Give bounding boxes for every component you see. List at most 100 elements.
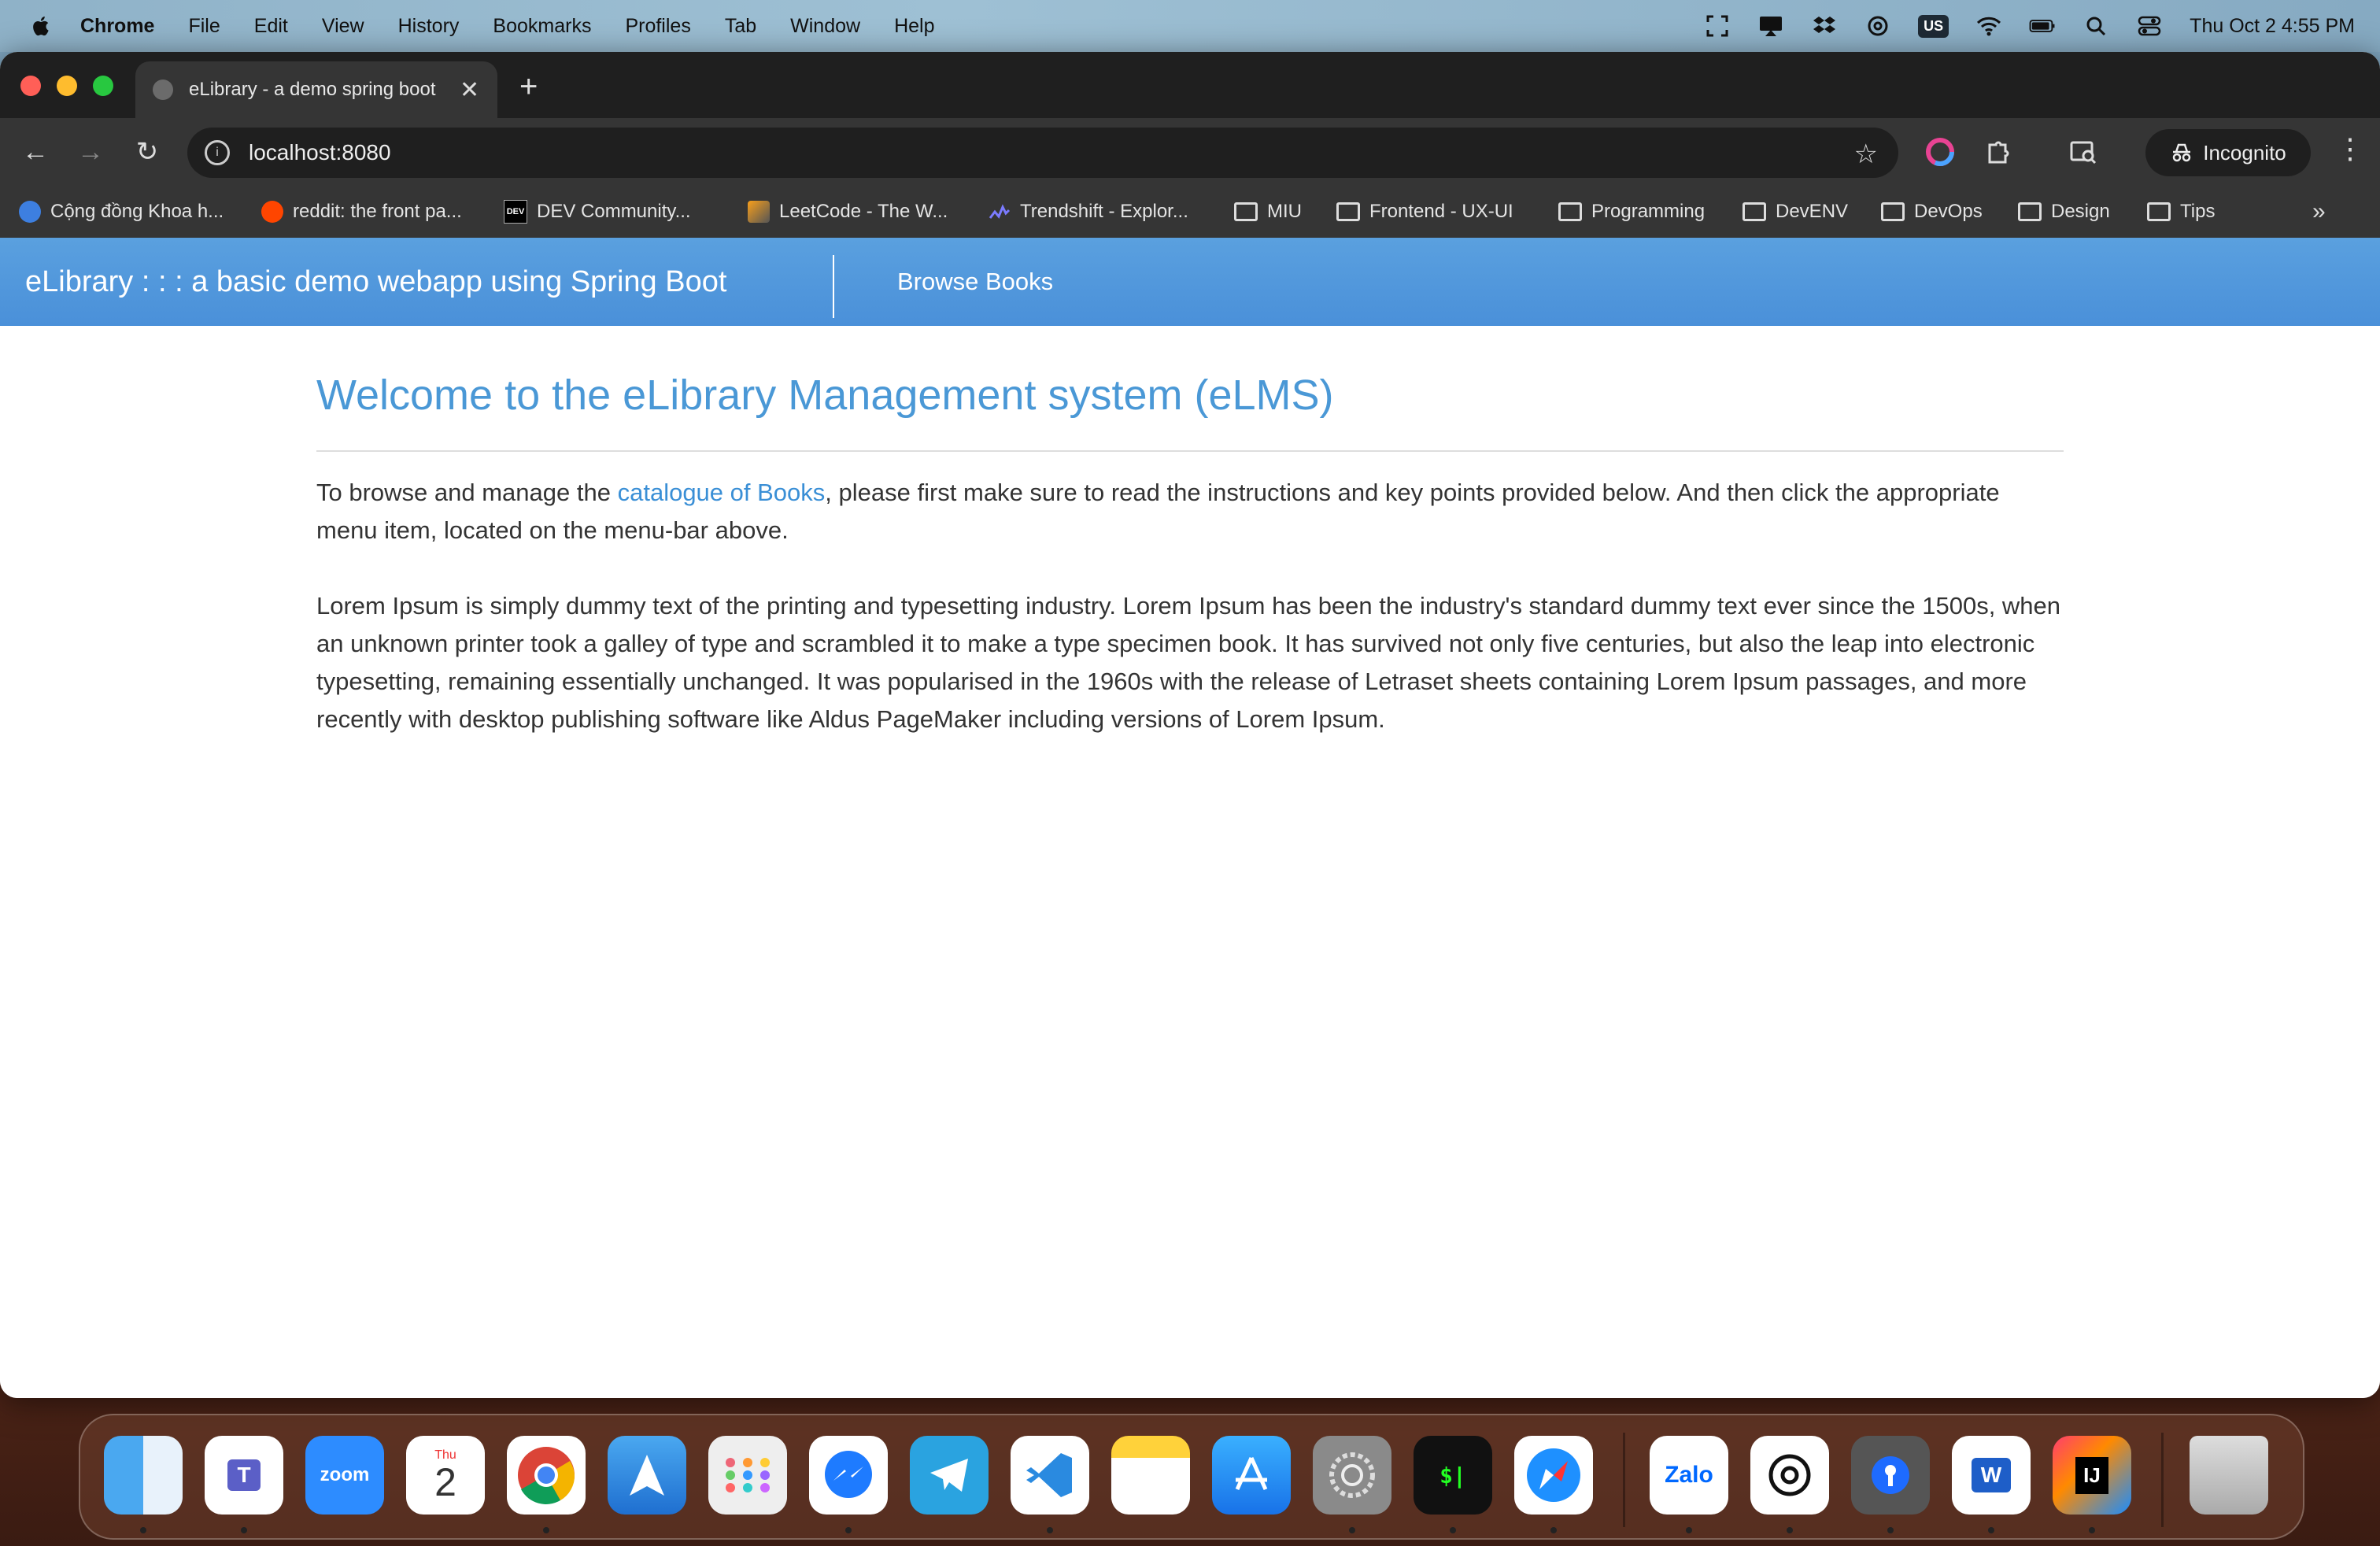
zoom-icon[interactable]: zoom bbox=[305, 1436, 384, 1515]
bookmark-label: Frontend - UX-UI bbox=[1369, 201, 1513, 222]
menu-profiles[interactable]: Profiles bbox=[625, 15, 690, 38]
forward-arrow-icon[interactable]: → bbox=[74, 135, 107, 168]
back-arrow-icon[interactable]: ← bbox=[19, 135, 52, 168]
battery-icon[interactable] bbox=[2029, 14, 2056, 38]
bookmark-folder-tips[interactable]: Tips bbox=[2147, 186, 2215, 238]
leetcode-icon bbox=[748, 201, 770, 223]
intro-text-start: To browse and manage the bbox=[316, 479, 618, 506]
menu-tab[interactable]: Tab bbox=[725, 15, 756, 38]
folder-icon bbox=[1336, 202, 1360, 221]
browser-window: eLibrary - a demo spring boot ✕ + ← → ↻ … bbox=[0, 52, 2380, 1398]
apple-icon[interactable] bbox=[30, 14, 54, 38]
chatgpt-icon[interactable] bbox=[1750, 1436, 1829, 1515]
dock-separator bbox=[2161, 1433, 2164, 1527]
display-icon[interactable] bbox=[1757, 14, 1784, 38]
bookmark-leetcode[interactable]: LeetCode - The W... bbox=[748, 186, 948, 238]
keyboard-layout-icon[interactable]: US bbox=[1918, 14, 1949, 38]
app-store-icon[interactable] bbox=[1212, 1436, 1291, 1515]
tab-search-icon[interactable] bbox=[2067, 135, 2100, 168]
catalogue-link[interactable]: catalogue of Books bbox=[618, 479, 826, 506]
tab-strip: eLibrary - a demo spring boot ✕ + bbox=[0, 52, 2380, 118]
running-indicator bbox=[2089, 1527, 2095, 1533]
spotlight-search-icon[interactable] bbox=[2082, 14, 2109, 38]
bookmark-reddit[interactable]: reddit: the front pa... bbox=[261, 186, 462, 238]
bookmark-folder-design[interactable]: Design bbox=[2018, 186, 2110, 238]
incognito-profile-button[interactable]: Incognito bbox=[2145, 129, 2311, 176]
intro-paragraph: To browse and manage the catalogue of Bo… bbox=[316, 474, 2064, 549]
openai-icon[interactable] bbox=[1864, 14, 1891, 38]
teams-icon[interactable]: T bbox=[205, 1436, 283, 1515]
tab-elibrary[interactable]: eLibrary - a demo spring boot ✕ bbox=[135, 61, 497, 118]
window-minimize-button[interactable] bbox=[57, 76, 77, 96]
bookmark-folder-devops[interactable]: DevOps bbox=[1881, 186, 1983, 238]
trash-icon[interactable] bbox=[2190, 1436, 2268, 1515]
menu-edit[interactable]: Edit bbox=[254, 15, 288, 38]
new-tab-button[interactable]: + bbox=[519, 69, 538, 105]
messenger-icon[interactable] bbox=[809, 1436, 888, 1515]
running-indicator bbox=[1450, 1527, 1456, 1533]
bookmark-trendshift[interactable]: Trendshift - Explor... bbox=[989, 186, 1188, 238]
vpn-icon[interactable] bbox=[1851, 1436, 1930, 1515]
running-indicator bbox=[1550, 1527, 1557, 1533]
bookmark-congdong[interactable]: Cộng đồng Khoa h... bbox=[19, 186, 224, 238]
site-info-icon[interactable]: i bbox=[205, 140, 230, 165]
wifi-icon[interactable] bbox=[1975, 14, 2002, 38]
bookmark-folder-miu[interactable]: MIU bbox=[1234, 186, 1302, 238]
globe-icon bbox=[153, 80, 173, 100]
vscode-icon[interactable] bbox=[1011, 1436, 1089, 1515]
menu-app-name[interactable]: Chrome bbox=[80, 15, 154, 38]
bookmarks-overflow-icon[interactable]: » bbox=[2312, 198, 2326, 225]
bookmark-dev[interactable]: DEV DEV Community... bbox=[504, 186, 691, 238]
running-indicator bbox=[1047, 1527, 1053, 1533]
running-indicator bbox=[241, 1527, 247, 1533]
folder-icon bbox=[1743, 202, 1766, 221]
running-indicator bbox=[543, 1527, 549, 1533]
app-navbar: eLibrary : : : a basic demo webapp using… bbox=[0, 238, 2380, 326]
menu-help[interactable]: Help bbox=[894, 15, 934, 38]
finder-icon[interactable] bbox=[104, 1436, 183, 1515]
dev-icon: DEV bbox=[504, 200, 527, 224]
notes-icon[interactable] bbox=[1111, 1436, 1190, 1515]
folder-icon bbox=[1881, 202, 1905, 221]
word-icon[interactable]: W bbox=[1952, 1436, 2031, 1515]
calendar-icon[interactable]: Thu 2 bbox=[406, 1436, 485, 1515]
menu-view[interactable]: View bbox=[322, 15, 364, 38]
intellij-icon[interactable]: IJ bbox=[2053, 1436, 2131, 1515]
launchpad-icon[interactable] bbox=[708, 1436, 787, 1515]
menu-bookmarks[interactable]: Bookmarks bbox=[493, 15, 591, 38]
menubar-clock[interactable]: Thu Oct 2 4:55 PM bbox=[2190, 15, 2355, 38]
menu-history[interactable]: History bbox=[398, 15, 460, 38]
app-brand[interactable]: eLibrary : : : a basic demo webapp using… bbox=[25, 238, 726, 326]
bookmark-folder-devenv[interactable]: DevENV bbox=[1743, 186, 1848, 238]
dropbox-icon[interactable] bbox=[1811, 14, 1838, 38]
nav-browse-books-link[interactable]: Browse Books bbox=[897, 238, 1053, 326]
chrome-icon[interactable] bbox=[507, 1436, 586, 1515]
control-center-icon[interactable] bbox=[2136, 14, 2163, 38]
menu-file[interactable]: File bbox=[188, 15, 220, 38]
telegram-icon[interactable] bbox=[910, 1436, 989, 1515]
color-picker-extension-icon[interactable] bbox=[1924, 135, 1957, 168]
terminal-icon[interactable]: $| bbox=[1414, 1436, 1492, 1515]
menu-window[interactable]: Window bbox=[790, 15, 860, 38]
bookmark-star-icon[interactable]: ☆ bbox=[1854, 139, 1878, 170]
tab-close-icon[interactable]: ✕ bbox=[460, 76, 479, 104]
spark-mail-icon[interactable] bbox=[608, 1436, 686, 1515]
screenshot-icon[interactable] bbox=[1704, 14, 1731, 38]
bookmark-folder-frontend[interactable]: Frontend - UX-UI bbox=[1336, 186, 1513, 238]
extensions-puzzle-icon[interactable] bbox=[1982, 135, 2015, 168]
browser-toolbar: ← → ↻ i localhost:8080 ☆ Incognito ⋮ bbox=[0, 118, 2380, 186]
address-bar[interactable]: i localhost:8080 ☆ bbox=[187, 128, 1898, 178]
more-menu-icon[interactable]: ⋮ bbox=[2336, 132, 2364, 165]
safari-icon[interactable] bbox=[1514, 1436, 1593, 1515]
window-close-button[interactable] bbox=[20, 76, 41, 96]
bookmark-label: Tips bbox=[2180, 201, 2216, 222]
window-zoom-button[interactable] bbox=[93, 76, 113, 96]
system-settings-icon[interactable] bbox=[1313, 1436, 1391, 1515]
main-content: Welcome to the eLibrary Management syste… bbox=[316, 364, 2064, 776]
zalo-icon[interactable]: Zalo bbox=[1650, 1436, 1728, 1515]
bookmark-folder-programming[interactable]: Programming bbox=[1558, 186, 1705, 238]
reload-icon[interactable]: ↻ bbox=[131, 135, 164, 168]
url-text[interactable]: localhost:8080 bbox=[249, 140, 391, 165]
macos-dock: T zoom Thu 2 $| Zalo W IJ bbox=[79, 1414, 2304, 1540]
page-title: Welcome to the eLibrary Management syste… bbox=[316, 372, 1334, 419]
